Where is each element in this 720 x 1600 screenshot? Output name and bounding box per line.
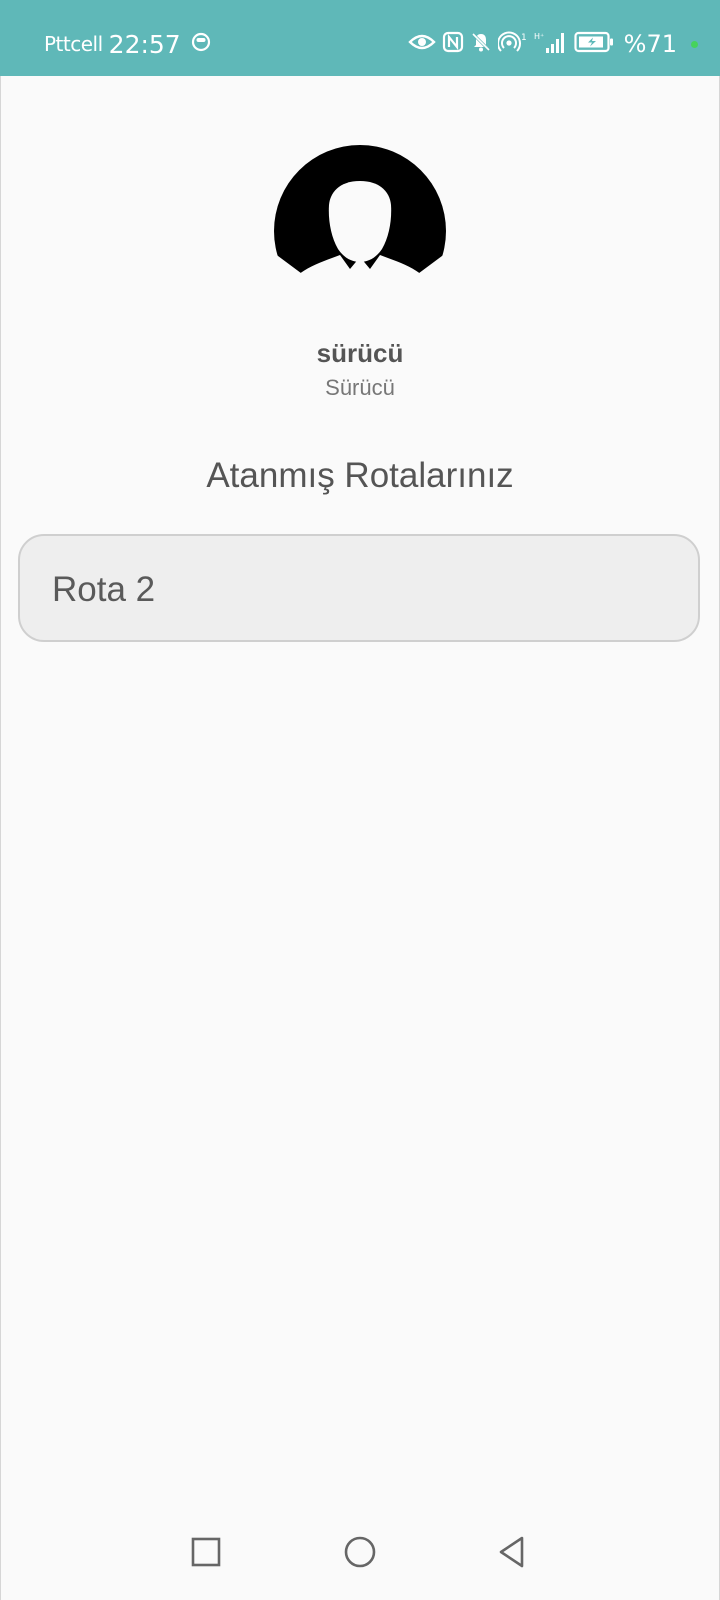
carrier-name: Pttcell bbox=[44, 32, 103, 56]
back-button[interactable] bbox=[490, 1530, 534, 1574]
left-edge-line bbox=[0, 76, 1, 1600]
mute-icon bbox=[470, 31, 492, 57]
user-name: sürücü bbox=[316, 338, 404, 368]
signal-icon: H⁺ bbox=[534, 30, 568, 58]
route-card[interactable]: Rota 2 bbox=[18, 534, 700, 642]
recents-button[interactable] bbox=[184, 1530, 228, 1574]
user-avatar bbox=[274, 145, 446, 317]
privacy-indicator-dot bbox=[691, 40, 698, 48]
battery-percent: %71 bbox=[623, 30, 677, 58]
user-silhouette-icon bbox=[274, 145, 446, 317]
assigned-routes-title: Atanmış Rotalarınız bbox=[206, 456, 514, 495]
recents-square-icon bbox=[191, 1537, 221, 1567]
user-role: Sürücü bbox=[325, 375, 395, 400]
hotspot-icon: 1 bbox=[496, 31, 528, 57]
home-circle-icon bbox=[344, 1536, 376, 1568]
messenger-icon bbox=[191, 32, 211, 56]
back-triangle-icon bbox=[499, 1536, 524, 1568]
status-left: Pttcell 22:57 bbox=[44, 28, 211, 60]
battery-charging-icon bbox=[574, 31, 614, 57]
system-nav-bar bbox=[0, 1530, 720, 1590]
nfc-icon bbox=[442, 31, 464, 57]
clock: 22:57 bbox=[108, 29, 181, 59]
home-button[interactable] bbox=[338, 1530, 382, 1574]
status-bar: Pttcell 22:57 1 H⁺ %71 bbox=[0, 0, 720, 76]
svg-text:H⁺: H⁺ bbox=[534, 32, 544, 41]
status-right: 1 H⁺ %71 bbox=[407, 28, 698, 60]
svg-text:1: 1 bbox=[521, 33, 527, 43]
route-label: Rota 2 bbox=[52, 570, 156, 609]
eye-icon bbox=[407, 32, 436, 56]
